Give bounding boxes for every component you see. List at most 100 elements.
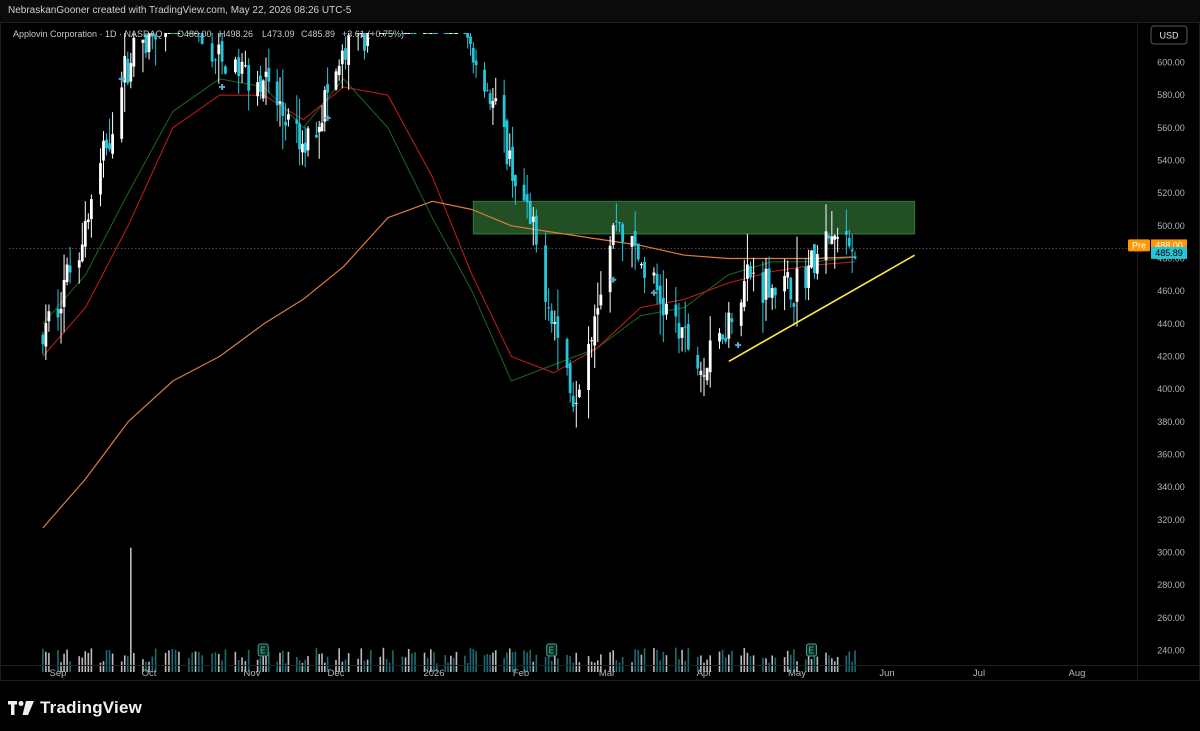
- candle-body: [824, 231, 828, 261]
- candle-body: [237, 57, 241, 77]
- moving-average-line: [42, 200, 856, 529]
- earnings-marker-icon: [806, 643, 818, 657]
- candle-body: [522, 184, 526, 201]
- candle-body: [655, 273, 659, 291]
- tradingview-logo[interactable]: TradingView: [8, 698, 142, 718]
- candle: [413, 33, 417, 34]
- candle-body: [494, 98, 498, 102]
- watermark-bar: NebraskanGooner created with TradingView…: [0, 0, 1200, 22]
- candle-body: [340, 50, 344, 65]
- candle-body: [783, 275, 786, 292]
- candle-body: [752, 272, 755, 274]
- candle: [508, 133, 512, 167]
- candle: [810, 250, 813, 269]
- candle: [705, 367, 709, 385]
- earnings-marker-icon: [257, 643, 269, 657]
- price-tick-label: 500.00: [1157, 221, 1185, 231]
- candle-body: [815, 253, 819, 274]
- candle-body: [587, 344, 590, 391]
- candle-body: [553, 322, 557, 324]
- volume-bar: [718, 651, 721, 672]
- volume-bar: [411, 653, 413, 672]
- candle: [466, 33, 470, 49]
- volume-bar: [621, 657, 624, 672]
- moving-averages: [42, 78, 856, 529]
- candle: [483, 61, 486, 98]
- candle: [807, 249, 811, 301]
- candle-body: [452, 33, 456, 34]
- candle-body: [344, 48, 347, 60]
- candle-body: [761, 272, 765, 303]
- price-tick-label: 340.00: [1157, 482, 1185, 492]
- candle: [323, 86, 327, 132]
- volume-bar: [347, 653, 350, 672]
- candle-body: [463, 33, 467, 34]
- volume-bar: [724, 657, 727, 672]
- candle: [320, 105, 324, 132]
- price-tick-label: 560.00: [1157, 123, 1185, 133]
- candle-body: [665, 303, 668, 315]
- time-tick-label: Apr: [697, 668, 712, 679]
- candle-body: [77, 260, 81, 268]
- candle-body: [847, 237, 851, 247]
- volume-bar: [486, 653, 489, 672]
- time-axis[interactable]: Sep Oct Nov Dec 2026 Feb Mar Apr May Jun Jul Aug: [1, 665, 1199, 680]
- time-tick-label: Jul: [973, 668, 985, 679]
- candle-body: [243, 65, 247, 67]
- support-trendline[interactable]: [728, 254, 915, 363]
- candle-body: [789, 277, 793, 300]
- candle: [105, 133, 108, 156]
- candle: [568, 359, 572, 403]
- resistance-zone: [472, 200, 916, 235]
- candle: [730, 312, 734, 335]
- candle: [264, 57, 268, 105]
- candle: [261, 79, 265, 102]
- currency-button[interactable]: USD: [1150, 25, 1188, 45]
- candle: [306, 125, 310, 157]
- candle-body: [491, 101, 495, 108]
- candle: [126, 51, 130, 86]
- candle: [761, 261, 765, 333]
- candle: [129, 52, 133, 89]
- candle: [334, 68, 338, 91]
- candle: [326, 67, 329, 115]
- volume-bar: [593, 662, 596, 672]
- volume-bar: [746, 652, 749, 672]
- trendline-layer[interactable]: [728, 254, 915, 363]
- volume-bar: [464, 655, 466, 672]
- price-chart[interactable]: Applovin Corporation · 1D · NASDAQ O480.…: [1, 23, 1199, 680]
- price-axis[interactable]: 240.00 260.00 280.00 300.00 320.00 340.00 360.…: [1137, 23, 1185, 680]
- volume-bar: [284, 663, 287, 672]
- candle-body: [528, 200, 532, 225]
- candle: [432, 33, 436, 34]
- candle-body: [502, 95, 506, 127]
- volume-bar: [133, 653, 135, 672]
- candle-body: [830, 236, 834, 245]
- candle-body: [749, 265, 752, 278]
- volume-bar: [42, 648, 44, 672]
- price-tick-label: 300.00: [1157, 548, 1185, 558]
- volume-bar: [447, 662, 449, 672]
- candle: [132, 33, 136, 77]
- candle-body: [724, 337, 728, 342]
- candle-body: [795, 268, 799, 302]
- candle-body: [334, 71, 338, 90]
- candle-body: [844, 230, 848, 235]
- chart-panel[interactable]: Applovin Corporation · 1D · NASDAQ O480.…: [0, 22, 1200, 681]
- candle: [850, 233, 854, 273]
- candle-body: [658, 285, 662, 304]
- volume-bar: [529, 649, 532, 672]
- candle: [511, 126, 514, 198]
- volume-bar: [687, 647, 690, 672]
- volume-bar: [833, 661, 836, 672]
- candle: [469, 33, 472, 56]
- candle-body: [508, 150, 512, 159]
- candle: [404, 33, 407, 34]
- candle: [630, 235, 634, 268]
- candle-body: [102, 140, 105, 161]
- last-price-value: 485.89: [1155, 248, 1183, 258]
- volume-bar: [768, 662, 770, 672]
- candle-body: [404, 33, 407, 34]
- volume-bar: [590, 661, 593, 672]
- candle-body: [621, 224, 625, 242]
